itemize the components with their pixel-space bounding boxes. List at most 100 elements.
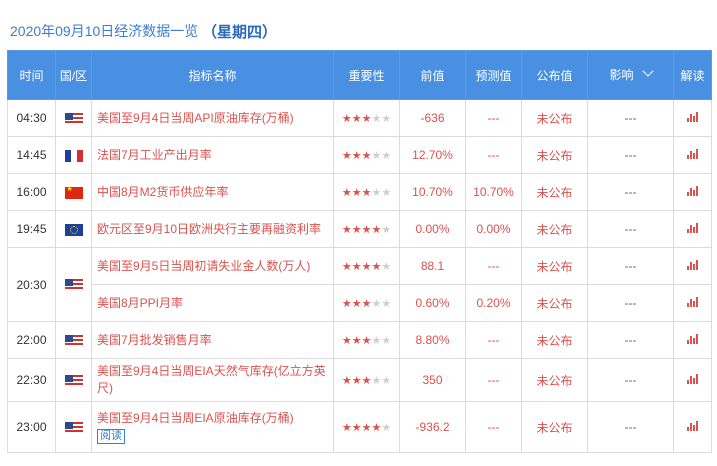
col-time: 时间 xyxy=(7,50,56,100)
star-filled-icon: ★ xyxy=(351,150,362,162)
impact-filter[interactable]: 影响 xyxy=(609,67,633,83)
table-row: 23:00 美国至9月4日当周EIA原油库存(万桶) 阅读 ★★★★★ -936… xyxy=(7,401,712,453)
star-empty-icon: ★ xyxy=(381,224,392,236)
bar-chart-icon[interactable] xyxy=(687,374,698,384)
row-forecast: --- xyxy=(465,247,522,285)
row-indicator[interactable]: 法国7月工业产出月率 xyxy=(91,136,334,174)
row-forecast: --- xyxy=(465,136,522,174)
importance-stars: ★★★★★ xyxy=(342,298,391,310)
table-row: 19:45 欧元区至9月10日欧洲央行主要再融资利率 ★★★★★ 0.00% 0… xyxy=(7,210,712,248)
row-interpret[interactable] xyxy=(673,401,712,453)
weekday-label: （星期四） xyxy=(202,24,278,41)
table-row: 04:30 美国至9月4日当周API原油库存(万桶) ★★★★★ -636 --… xyxy=(7,99,712,137)
table-row: 美国8月PPI月率 ★★★★★ 0.60% 0.20% 未公布 --- xyxy=(8,284,712,322)
col-indicator: 指标名称 xyxy=(91,50,334,100)
star-empty-icon: ★ xyxy=(371,113,382,125)
star-filled-icon: ★ xyxy=(361,187,372,199)
row-forecast: --- xyxy=(465,99,522,137)
bar-chart-icon[interactable] xyxy=(687,421,698,431)
row-time: 20:30 xyxy=(7,247,56,322)
us-flag-icon xyxy=(64,334,83,347)
importance-stars: ★★★★★ xyxy=(342,335,391,347)
row-actual: 未公布 xyxy=(521,358,588,402)
row-time: 23:00 xyxy=(7,401,56,453)
row-prev: 0.00% xyxy=(399,210,466,248)
star-filled-icon: ★ xyxy=(351,113,362,125)
bar-chart-icon[interactable] xyxy=(687,186,698,196)
read-button[interactable]: 阅读 xyxy=(97,429,125,444)
table-row: 22:00 美国7月批发销售月率 ★★★★★ 8.80% --- 未公布 --- xyxy=(7,321,712,359)
row-actual: 未公布 xyxy=(521,173,588,211)
row-actual: 未公布 xyxy=(521,247,588,285)
bar-chart-icon[interactable] xyxy=(687,112,698,122)
row-interpret[interactable] xyxy=(673,284,712,322)
row-flag xyxy=(55,136,92,174)
row-importance: ★★★★★ xyxy=(333,136,400,174)
row-importance: ★★★★★ xyxy=(333,210,400,248)
row-indicator[interactable]: 美国8月PPI月率 xyxy=(91,284,334,322)
us-flag-icon xyxy=(64,421,83,434)
star-filled-icon: ★ xyxy=(351,187,362,199)
star-filled-icon: ★ xyxy=(361,224,372,236)
row-flag xyxy=(55,358,92,402)
bar-chart-icon[interactable] xyxy=(687,334,698,344)
star-empty-icon: ★ xyxy=(371,298,382,310)
row-actual: 未公布 xyxy=(521,401,588,453)
col-importance[interactable]: 重要性 xyxy=(333,50,400,100)
chevron-down-icon[interactable] xyxy=(641,65,654,77)
row-importance: ★★★★★ xyxy=(333,401,400,453)
fr-flag-icon xyxy=(64,149,83,162)
star-filled-icon: ★ xyxy=(361,375,372,387)
row-forecast: --- xyxy=(465,401,522,453)
col-prev: 前值 xyxy=(399,50,466,100)
row-interpret[interactable] xyxy=(673,358,712,402)
row-flag xyxy=(55,247,92,322)
row-indicator[interactable]: 欧元区至9月10日欧洲央行主要再融资利率 xyxy=(91,210,334,248)
star-empty-icon: ★ xyxy=(381,261,392,273)
row-indicator[interactable]: 美国至9月4日当周API原油库存(万桶) xyxy=(91,99,334,137)
row-interpret[interactable] xyxy=(673,321,712,359)
row-forecast: --- xyxy=(465,358,522,402)
row-interpret[interactable] xyxy=(673,210,712,248)
row-indicator[interactable]: 美国至9月5日当周初请失业金人数(万人) xyxy=(91,247,334,285)
col-actual: 公布值 xyxy=(521,50,588,100)
star-filled-icon: ★ xyxy=(361,298,372,310)
row-time: 22:30 xyxy=(7,358,56,402)
bar-chart-icon[interactable] xyxy=(687,260,698,270)
row-indicator[interactable]: 美国至9月4日当周EIA天然气库存(亿立方英尺) xyxy=(91,358,334,402)
us-flag-icon xyxy=(64,112,83,125)
row-interpret[interactable] xyxy=(673,99,712,137)
importance-stars: ★★★★★ xyxy=(342,224,391,236)
row-indicator[interactable]: 中国8月M2货币供应年率 xyxy=(91,173,334,211)
row-interpret[interactable] xyxy=(673,247,712,285)
row-interpret[interactable] xyxy=(673,136,712,174)
star-filled-icon: ★ xyxy=(351,422,362,434)
economic-calendar-table: 时间 国/区 指标名称 重要性 前值 预测值 公布值 影响 解读 04:30 美… xyxy=(7,50,712,453)
row-interpret[interactable] xyxy=(673,173,712,211)
row-actual: 未公布 xyxy=(521,210,588,248)
row-prev: -936.2 xyxy=(399,401,466,453)
row-time: 19:45 xyxy=(7,210,56,248)
col-country: 国/区 xyxy=(55,50,92,100)
row-indicator[interactable]: 美国7月批发销售月率 xyxy=(91,321,334,359)
star-empty-icon: ★ xyxy=(371,335,382,347)
col-impact[interactable]: 影响 xyxy=(587,50,674,100)
star-filled-icon: ★ xyxy=(351,335,362,347)
row-prev: 350 xyxy=(399,358,466,402)
star-filled-icon: ★ xyxy=(361,335,372,347)
row-forecast: 0.20% xyxy=(465,284,522,322)
bar-chart-icon[interactable] xyxy=(687,149,698,159)
star-filled-icon: ★ xyxy=(371,422,382,434)
row-prev: 10.70% xyxy=(399,173,466,211)
star-filled-icon: ★ xyxy=(371,261,382,273)
row-importance: ★★★★★ xyxy=(333,247,400,285)
star-filled-icon: ★ xyxy=(341,113,352,125)
row-forecast: 0.00% xyxy=(465,210,522,248)
bar-chart-icon[interactable] xyxy=(687,223,698,233)
row-impact: --- xyxy=(587,401,674,453)
row-actual: 未公布 xyxy=(521,284,588,322)
star-empty-icon: ★ xyxy=(371,375,382,387)
bar-chart-icon[interactable] xyxy=(687,297,698,307)
star-empty-icon: ★ xyxy=(381,113,392,125)
row-indicator[interactable]: 美国至9月4日当周EIA原油库存(万桶) xyxy=(97,410,333,427)
